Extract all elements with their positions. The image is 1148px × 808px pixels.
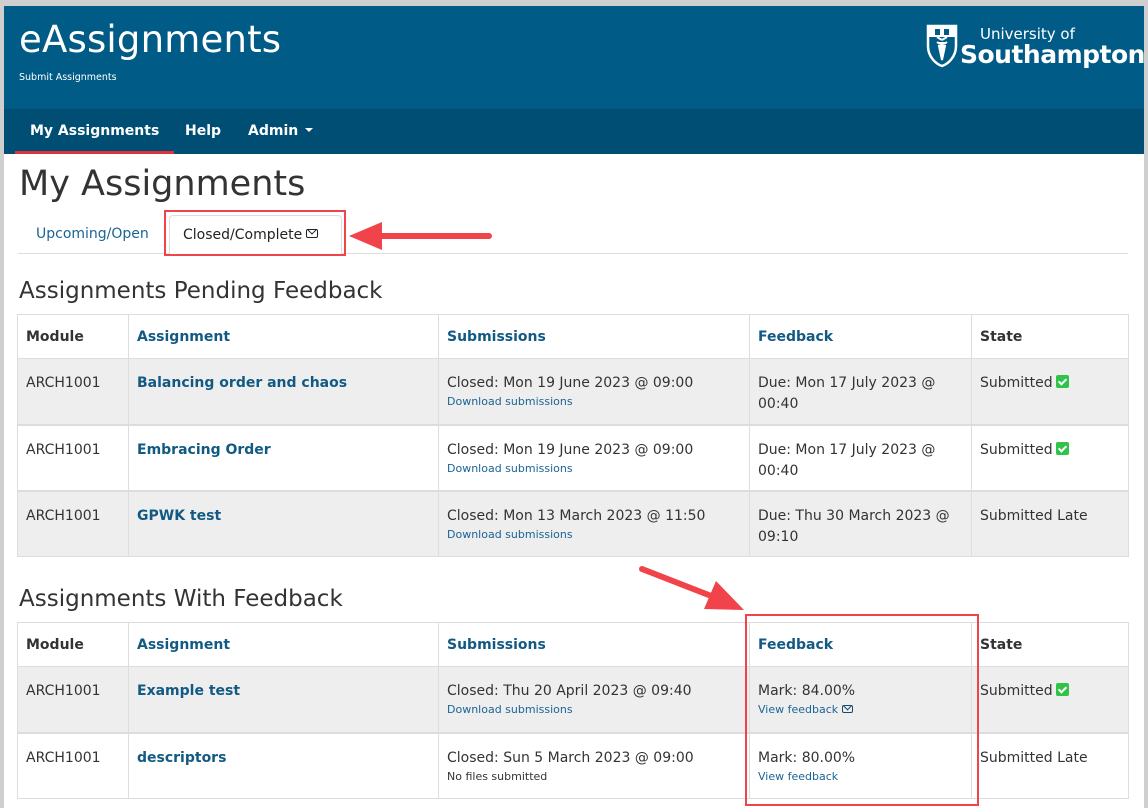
assignment-link[interactable]: descriptors [137,750,226,766]
assignment-link[interactable]: Example test [137,683,240,699]
col-header-submissions[interactable]: Submissions [438,314,750,359]
state-text: Submitted [980,375,1053,391]
tab-closed-complete[interactable]: Closed/Complete [169,215,342,255]
main-nav: My Assignments Help Admin [4,109,1144,154]
tab-label: Upcoming/Open [36,226,149,242]
no-files-note: No files submitted [447,769,548,783]
table-row: ARCH1001 GPWK test Closed: Mon 13 March … [17,489,1129,557]
site-header: eAssignments Submit Assignments Universi… [4,6,1144,109]
page-frame: eAssignments Submit Assignments Universi… [4,6,1144,808]
submission-status: Closed: Mon 13 March 2023 @ 11:50 [447,507,706,524]
assignment-tabs: Upcoming/Open Closed/Complete [18,215,1128,255]
view-feedback-label: View feedback [758,703,839,716]
assignment-link[interactable]: GPWK test [137,508,221,524]
caret-down-icon [305,128,314,132]
module-cell: ARCH1001 [17,358,129,425]
envelope-icon [842,704,854,713]
download-submissions-link[interactable]: Download submissions [447,462,741,476]
nav-label: Help [185,123,222,139]
col-header-state: State [971,314,1129,359]
table-row: ARCH1001 Embracing Order Closed: Mon 19 … [17,423,1129,491]
table-row: ARCH1001 descriptors Closed: Sun 5 March… [17,731,1129,799]
table-row: ARCH1001 Balancing order and chaos Close… [17,358,1129,425]
app-title[interactable]: eAssignments [19,18,281,61]
download-submissions-link[interactable]: Download submissions [447,528,741,542]
table-row: ARCH1001 Example test Closed: Thu 20 Apr… [17,666,1129,733]
col-header-feedback[interactable]: Feedback [749,622,972,667]
state-text: Submitted [980,683,1053,699]
nav-label: My Assignments [30,123,160,139]
nav-admin[interactable]: Admin [233,109,328,154]
view-feedback-link[interactable]: View feedback [758,770,963,784]
submission-status: Closed: Sun 5 March 2023 @ 09:00 [447,749,694,766]
col-header-submissions[interactable]: Submissions [438,622,750,667]
logo-line2: Southampton [960,40,1144,69]
check-icon [1055,683,1069,696]
state-text: Submitted [980,441,1053,458]
module-cell: ARCH1001 [17,731,129,799]
university-logo[interactable]: University of Southampton [924,22,1144,72]
submission-status: Closed: Thu 20 April 2023 @ 09:40 [447,683,692,699]
download-submissions-link[interactable]: Download submissions [447,395,741,409]
module-cell: ARCH1001 [17,666,129,733]
tab-label: Closed/Complete [183,227,303,243]
crest-icon [926,24,958,68]
col-header-assignment[interactable]: Assignment [128,622,439,667]
page-title: My Assignments [19,164,306,204]
with-feedback-table: Module Assignment Submissions Feedback S… [17,622,1129,799]
assignment-link[interactable]: Embracing Order [137,442,271,458]
submission-status: Closed: Mon 19 June 2023 @ 09:00 [447,375,694,391]
envelope-icon [306,229,319,238]
col-header-state: State [971,622,1129,667]
pending-feedback-table: Module Assignment Submissions Feedback S… [17,314,1129,557]
pending-feedback-title: Assignments Pending Feedback [19,278,383,304]
tab-upcoming-open[interactable]: Upcoming/Open [36,215,149,254]
with-feedback-title: Assignments With Feedback [19,586,343,612]
state-text: Submitted Late [980,749,1088,766]
check-icon [1055,375,1069,388]
nav-my-assignments[interactable]: My Assignments [15,109,175,154]
app-subtitle: Submit Assignments [19,72,117,83]
feedback-due: Due: Thu 30 March 2023 @ 09:10 [749,489,972,557]
col-header-feedback[interactable]: Feedback [749,314,972,359]
view-feedback-link[interactable]: View feedback [758,703,963,717]
submission-status: Closed: Mon 19 June 2023 @ 09:00 [447,441,694,458]
feedback-due: Due: Mon 17 July 2023 @ 00:40 [749,358,972,425]
check-icon [1055,441,1069,455]
state-text: Submitted Late [980,507,1088,524]
nav-label: Admin [248,123,299,139]
module-cell: ARCH1001 [17,489,129,557]
col-header-module: Module [17,622,129,667]
annotation-arrow-down-right [639,566,744,610]
feedback-due: Due: Mon 17 July 2023 @ 00:40 [749,423,972,491]
download-submissions-link[interactable]: Download submissions [447,703,741,717]
col-header-module: Module [17,314,129,359]
nav-help[interactable]: Help [170,109,236,154]
mark-text: Mark: 84.00% [758,683,856,699]
assignment-link[interactable]: Balancing order and chaos [137,375,347,391]
col-header-assignment[interactable]: Assignment [128,314,439,359]
module-cell: ARCH1001 [17,423,129,491]
mark-text: Mark: 80.00% [758,749,856,766]
